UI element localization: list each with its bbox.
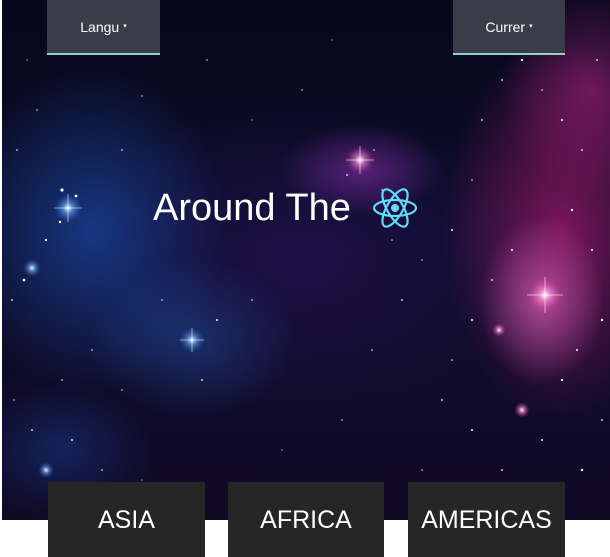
- page: Langu ▾ Currer ▾ Around The ASIA AFRICA …: [0, 0, 610, 557]
- react-atom-icon: [372, 188, 417, 228]
- hero-title: Around The: [153, 186, 351, 229]
- hero-title-group: Around The: [153, 178, 419, 238]
- language-dropdown-label: Langu: [80, 18, 120, 35]
- currency-dropdown[interactable]: Currer ▾: [453, 0, 565, 55]
- region-button-americas[interactable]: AMERICAS: [408, 482, 565, 557]
- language-dropdown[interactable]: Langu ▾: [47, 0, 160, 55]
- chevron-down-icon: ▾: [529, 22, 533, 30]
- currency-dropdown-label: Currer: [485, 18, 526, 35]
- hero-banner: [2, 0, 610, 520]
- region-button-africa[interactable]: AFRICA: [228, 482, 384, 557]
- chevron-down-icon: ▾: [123, 22, 127, 30]
- region-button-asia[interactable]: ASIA: [48, 482, 205, 557]
- starfield-background: [11, 39, 604, 481]
